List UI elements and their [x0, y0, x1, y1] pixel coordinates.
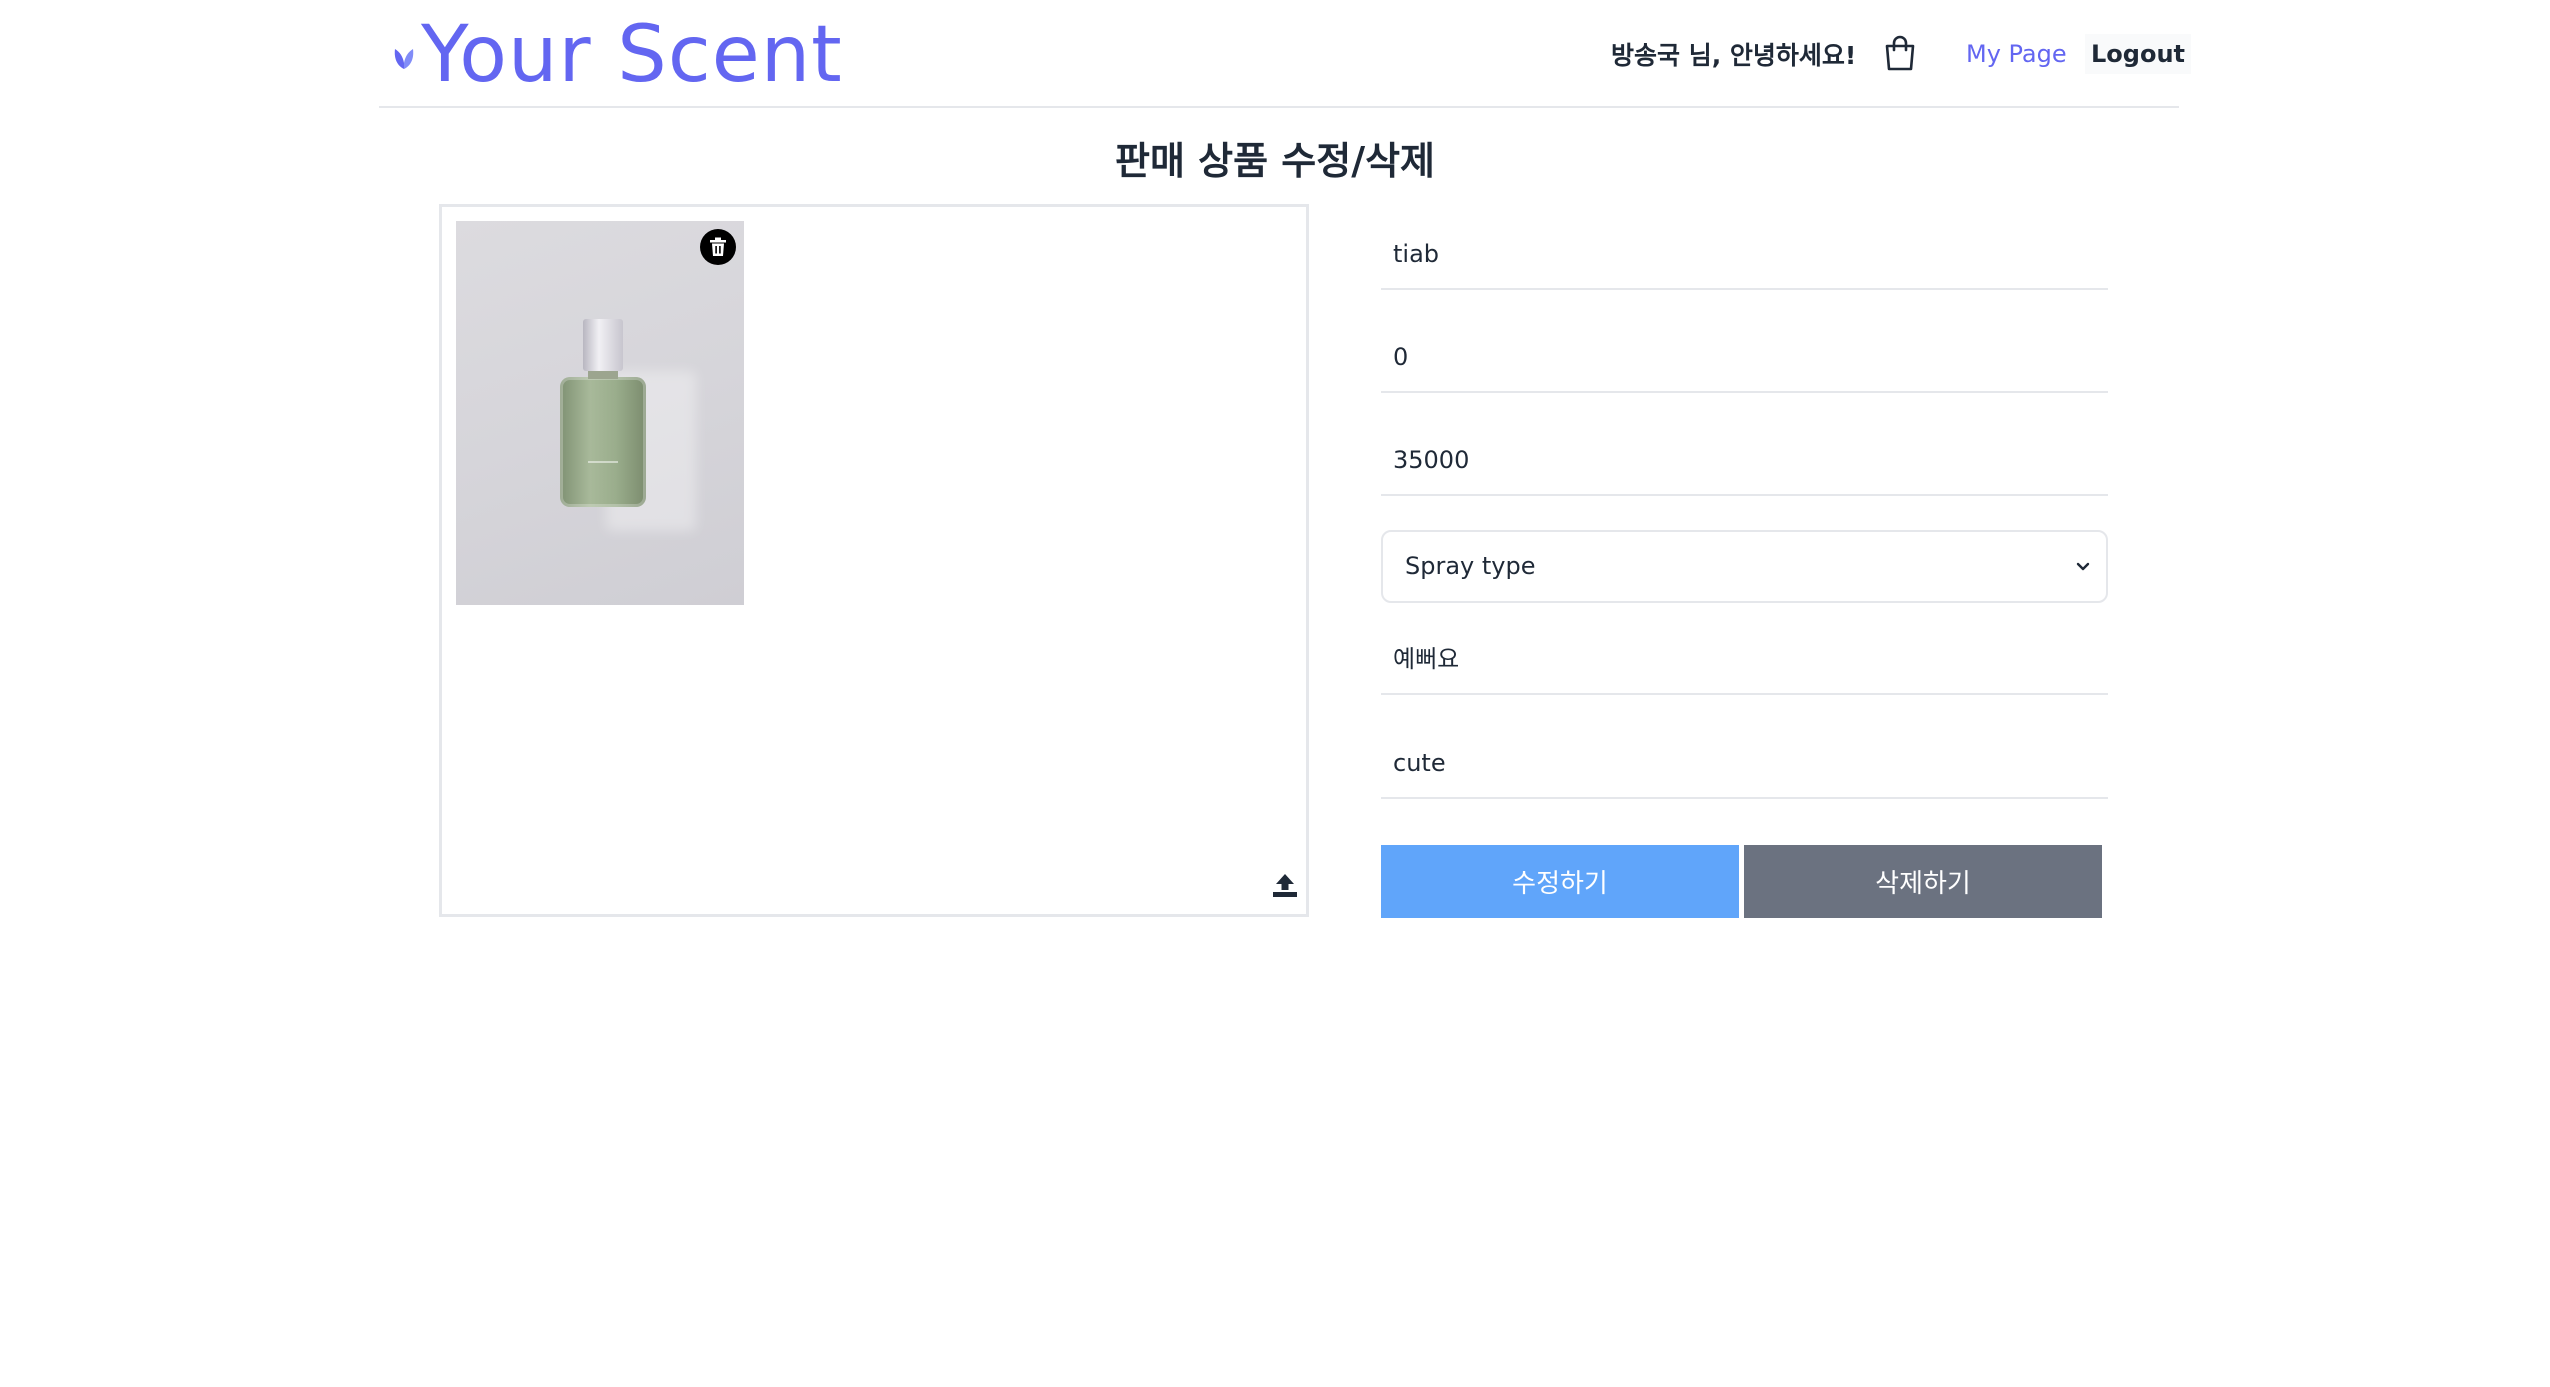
type-select[interactable]: Spray type	[1381, 530, 2108, 603]
page-title: 판매 상품 수정/삭제	[1114, 139, 1436, 183]
chevron-down-icon	[2076, 562, 2090, 571]
my-page-link[interactable]: My Page	[1966, 40, 2067, 68]
logo-text: Your Scent	[421, 10, 843, 100]
shopping-bag-icon[interactable]	[1883, 34, 1917, 72]
tag-input[interactable]	[1381, 729, 2108, 799]
logo[interactable]: Your Scent	[391, 10, 843, 100]
bottle-cap	[583, 319, 623, 371]
leaf-icon	[394, 49, 414, 69]
price-input[interactable]	[1381, 426, 2108, 496]
delete-image-button[interactable]	[700, 229, 736, 265]
trash-icon	[710, 237, 726, 256]
description-input[interactable]	[1381, 625, 2108, 695]
image-upload-panel[interactable]	[439, 204, 1309, 917]
delete-button[interactable]: 삭제하기	[1744, 845, 2102, 918]
bottle-body	[560, 377, 646, 507]
type-select-value: Spray type	[1405, 552, 1536, 580]
stock-input[interactable]	[1381, 323, 2108, 393]
bottle-label	[588, 461, 618, 487]
product-image-thumbnail[interactable]	[456, 221, 744, 605]
user-greeting: 방송국 님, 안녕하세요!	[1611, 41, 1857, 70]
top-header: Your Scent 방송국 님, 안녕하세요! My Page Logout	[379, 0, 2192, 108]
product-name-input[interactable]	[1381, 220, 2108, 290]
logout-button[interactable]: Logout	[2085, 34, 2192, 74]
edit-button[interactable]: 수정하기	[1381, 845, 1739, 918]
upload-icon[interactable]	[1271, 872, 1299, 898]
